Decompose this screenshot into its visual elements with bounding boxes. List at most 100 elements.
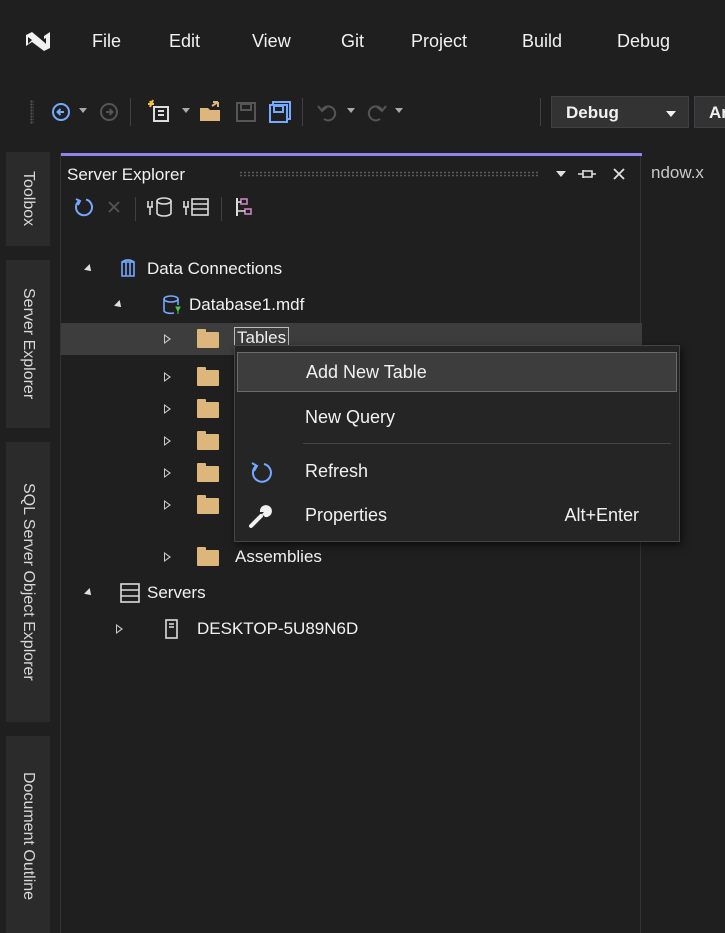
sharepoint-connection-icon[interactable]	[231, 193, 257, 221]
menu-item-properties[interactable]: Properties Alt+Enter	[237, 496, 677, 536]
collapsed-arrow-icon[interactable]	[164, 404, 172, 414]
menu-build[interactable]: Build	[522, 31, 562, 52]
tree-node-data-connections[interactable]: Data Connections	[61, 253, 642, 285]
database-icon	[163, 295, 181, 315]
collapsed-arrow-icon[interactable]	[116, 624, 124, 634]
tab-document-outline[interactable]: Document Outline	[6, 736, 50, 933]
collapsed-arrow-icon[interactable]	[164, 552, 172, 562]
toolbar-separator	[540, 98, 541, 126]
expanded-arrow-icon[interactable]	[114, 300, 124, 310]
toolbar-separator	[130, 98, 131, 126]
tab-server-explorer[interactable]: Server Explorer	[6, 260, 50, 428]
connect-to-server-icon[interactable]	[181, 193, 211, 221]
tab-toolbox-label: Toolbox	[20, 171, 37, 227]
left-tool-window-rail: Toolbox Server Explorer SQL Server Objec…	[0, 138, 58, 933]
toolbar-grip[interactable]	[30, 100, 34, 124]
server-explorer-panel: Server Explorer Data Connections Databas…	[60, 153, 642, 933]
toolbar-separator	[302, 98, 303, 126]
tree-node-label: Assemblies	[235, 547, 322, 566]
menu-view[interactable]: View	[252, 31, 291, 52]
close-icon[interactable]	[609, 163, 629, 185]
server-icon	[165, 619, 178, 639]
tab-server-explorer-label: Server Explorer	[20, 288, 37, 400]
save-icon[interactable]	[232, 98, 260, 126]
menu-edit[interactable]: Edit	[169, 31, 200, 52]
expanded-arrow-icon[interactable]	[84, 264, 94, 274]
tree-node-database[interactable]: Database1.mdf	[61, 289, 642, 321]
tree-node-label: Data Connections	[147, 259, 283, 278]
tab-sql-server-object-explorer-label: SQL Server Object Explorer	[20, 483, 37, 681]
folder-icon	[197, 329, 219, 348]
chevron-down-icon	[666, 111, 676, 117]
configuration-value: Debug	[566, 103, 619, 122]
collapsed-arrow-icon[interactable]	[164, 468, 172, 478]
collapsed-arrow-icon[interactable]	[164, 500, 172, 510]
menu-item-add-new-table[interactable]: Add New Table	[237, 352, 677, 392]
standard-toolbar: Debug Ar	[0, 86, 725, 138]
visual-studio-logo-icon	[26, 32, 50, 51]
back-dropdown-caret-icon[interactable]	[79, 108, 87, 113]
folder-icon	[197, 547, 219, 566]
menu-item-refresh[interactable]: Refresh	[237, 452, 677, 492]
redo-dropdown-caret-icon[interactable]	[395, 108, 403, 113]
refresh-icon	[251, 462, 272, 483]
collapsed-arrow-icon[interactable]	[164, 436, 172, 446]
editor-document-tab[interactable]: ndow.x	[641, 153, 725, 191]
menu-item-new-query[interactable]: New Query	[237, 398, 677, 438]
menu-item-label: Properties	[305, 505, 388, 525]
navigate-forward-icon[interactable]	[96, 98, 122, 126]
auto-hide-pin-icon[interactable]	[577, 163, 597, 185]
menu-debug[interactable]: Debug	[617, 31, 670, 52]
menu-item-label: Refresh	[305, 461, 369, 481]
toolbar-separator	[221, 197, 222, 221]
stop-refresh-icon[interactable]	[103, 193, 125, 221]
folder-icon	[197, 495, 219, 514]
collapsed-arrow-icon[interactable]	[164, 372, 172, 382]
menu-item-shortcut: Alt+Enter	[564, 505, 639, 525]
folder-icon	[197, 367, 219, 386]
servers-icon	[120, 583, 140, 603]
refresh-icon[interactable]	[71, 193, 97, 221]
panel-title: Server Explorer	[67, 165, 186, 184]
panel-title-grip[interactable]	[239, 171, 539, 177]
data-connections-icon	[121, 259, 135, 277]
menu-file[interactable]: File	[92, 31, 121, 52]
menu-item-label: New Query	[305, 407, 396, 427]
tab-toolbox[interactable]: Toolbox	[6, 152, 50, 246]
menu-item-label: Add New Table	[306, 362, 427, 382]
context-menu: Add New Table New Query Refresh Properti…	[234, 345, 680, 542]
menu-project[interactable]: Project	[411, 31, 467, 52]
open-file-icon[interactable]	[196, 98, 226, 126]
solution-platform-dropdown[interactable]: Ar	[694, 96, 725, 128]
wrench-icon	[249, 505, 272, 528]
editor-tab-label: ndow.x	[651, 163, 704, 182]
window-position-dropdown-icon[interactable]	[551, 163, 571, 185]
new-project-icon[interactable]	[144, 98, 176, 126]
connect-to-database-icon[interactable]	[145, 193, 175, 221]
server-explorer-toolbar	[61, 189, 642, 229]
tab-sql-server-object-explorer[interactable]: SQL Server Object Explorer	[6, 442, 50, 722]
folder-icon	[197, 431, 219, 450]
menu-bar: File Edit View Git Project Build Debug	[0, 0, 725, 86]
editor-area[interactable]	[641, 195, 725, 933]
redo-icon[interactable]	[362, 98, 390, 126]
platform-value: Ar	[709, 103, 725, 122]
new-dropdown-caret-icon[interactable]	[182, 108, 190, 113]
menu-git[interactable]: Git	[341, 31, 364, 52]
tree-node-server[interactable]: DESKTOP-5U89N6D	[61, 613, 642, 645]
navigate-back-icon[interactable]	[48, 98, 74, 126]
tree-node-assemblies[interactable]: Assemblies	[61, 541, 642, 573]
folder-icon	[197, 463, 219, 482]
solution-configuration-dropdown[interactable]: Debug	[551, 96, 689, 128]
undo-dropdown-caret-icon[interactable]	[347, 108, 355, 113]
toolbar-separator	[135, 197, 136, 221]
tree-node-servers[interactable]: Servers	[61, 577, 642, 609]
tree-node-label: Servers	[147, 583, 206, 602]
tree-node-label: Database1.mdf	[189, 295, 305, 314]
collapsed-arrow-icon[interactable]	[164, 334, 172, 344]
expanded-arrow-icon[interactable]	[84, 588, 94, 598]
folder-icon	[197, 399, 219, 418]
undo-icon[interactable]	[314, 98, 342, 126]
save-all-icon[interactable]	[266, 98, 294, 126]
menu-separator	[303, 443, 671, 444]
